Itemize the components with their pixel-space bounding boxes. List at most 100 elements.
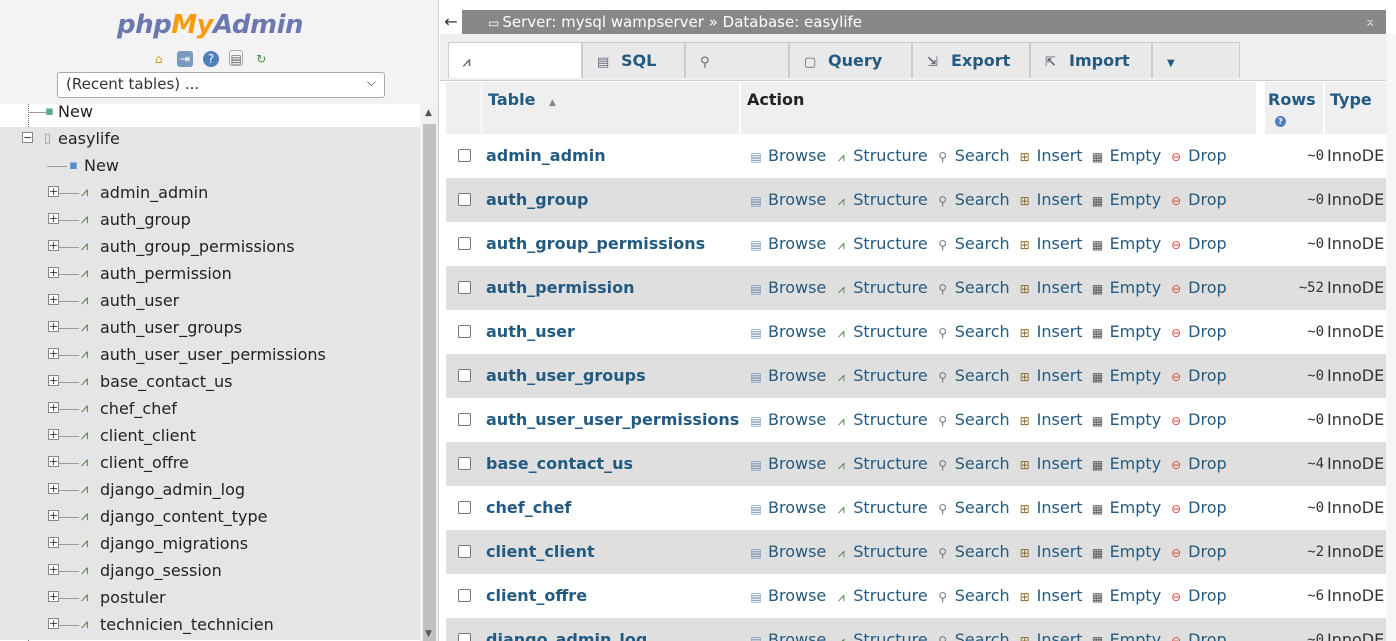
expand-icon[interactable]: + <box>48 348 59 359</box>
tree-item-table[interactable]: + ⩘ auth_group_permissions <box>0 235 420 262</box>
main-scrollbar[interactable] <box>1386 34 1396 641</box>
row-checkbox[interactable] <box>458 149 471 162</box>
drop-action-link[interactable]: ⊖ Drop <box>1168 454 1227 473</box>
search-action-link[interactable]: ⚲ Search <box>935 410 1009 429</box>
table-name-link[interactable]: auth_user_user_permissions <box>486 398 739 442</box>
insert-action-link[interactable]: ⊞ Insert <box>1017 542 1083 561</box>
expand-icon[interactable]: + <box>48 213 59 224</box>
search-action-link[interactable]: ⚲ Search <box>935 586 1009 605</box>
structure-action-link[interactable]: ⩘ Structure <box>833 366 928 385</box>
tab-import[interactable]: ⇱ Import <box>1030 42 1152 78</box>
row-checkbox[interactable] <box>458 193 471 206</box>
row-checkbox[interactable] <box>458 369 471 382</box>
browse-action-link[interactable]: ▤ Browse <box>748 366 826 385</box>
help-icon[interactable]: ? <box>1275 116 1286 127</box>
empty-action-link[interactable]: ▦ Empty <box>1090 234 1161 253</box>
search-action-link[interactable]: ⚲ Search <box>935 146 1009 165</box>
browse-action-link[interactable]: ▤ Browse <box>748 190 826 209</box>
browse-action-link[interactable]: ▤ Browse <box>748 586 826 605</box>
browse-action-link[interactable]: ▤ Browse <box>748 322 826 341</box>
expand-icon[interactable]: + <box>48 402 59 413</box>
tree-item-table[interactable]: + ⩘ technicien_technicien <box>0 613 420 640</box>
table-name-link[interactable]: auth_user <box>486 310 575 354</box>
expand-icon[interactable]: + <box>48 186 59 197</box>
expand-icon[interactable]: + <box>48 456 59 467</box>
row-checkbox[interactable] <box>458 589 471 602</box>
empty-action-link[interactable]: ▦ Empty <box>1090 542 1161 561</box>
browse-action-link[interactable]: ▤ Browse <box>748 542 826 561</box>
tree-item-table[interactable]: + ⩘ client_client <box>0 424 420 451</box>
tree-item-table[interactable]: + ⩘ auth_user <box>0 289 420 316</box>
tree-item-table[interactable]: + ⩘ auth_user_user_permissions <box>0 343 420 370</box>
browse-action-link[interactable]: ▤ Browse <box>748 454 826 473</box>
drop-action-link[interactable]: ⊖ Drop <box>1168 630 1227 641</box>
collapse-icon[interactable]: − <box>22 132 33 143</box>
tab-more[interactable]: ▼More <box>1152 42 1240 109</box>
breadcrumb-text[interactable]: Server: mysql wampserver » Database: eas… <box>502 13 862 31</box>
structure-action-link[interactable]: ⩘ Structure <box>833 542 928 561</box>
drop-action-link[interactable]: ⊖ Drop <box>1168 410 1227 429</box>
insert-action-link[interactable]: ⊞ Insert <box>1017 410 1083 429</box>
search-action-link[interactable]: ⚲ Search <box>935 190 1009 209</box>
insert-action-link[interactable]: ⊞ Insert <box>1017 630 1083 641</box>
drop-action-link[interactable]: ⊖ Drop <box>1168 190 1227 209</box>
tab-search[interactable]: ⚲Search <box>685 42 789 108</box>
structure-action-link[interactable]: ⩘ Structure <box>833 190 928 209</box>
tree-item-database[interactable]: − ▯ easylife <box>0 127 420 154</box>
search-action-link[interactable]: ⚲ Search <box>935 498 1009 517</box>
tab-export[interactable]: ⇲ Export <box>912 42 1030 78</box>
drop-action-link[interactable]: ⊖ Drop <box>1168 586 1227 605</box>
docs-icon[interactable]: ▤ <box>229 50 244 66</box>
insert-action-link[interactable]: ⊞ Insert <box>1017 234 1083 253</box>
home-icon[interactable]: ⌂ <box>151 51 167 67</box>
row-checkbox[interactable] <box>458 457 471 470</box>
structure-action-link[interactable]: ⩘ Structure <box>833 410 928 429</box>
structure-action-link[interactable]: ⩘ Structure <box>833 586 928 605</box>
expand-icon[interactable]: + <box>48 321 59 332</box>
browse-action-link[interactable]: ▤ Browse <box>748 410 826 429</box>
help-icon[interactable]: ? <box>203 51 219 67</box>
structure-action-link[interactable]: ⩘ Structure <box>833 630 928 641</box>
tree-item-new-table[interactable]: ▪ New <box>0 154 420 181</box>
expand-icon[interactable]: + <box>48 375 59 386</box>
empty-action-link[interactable]: ▦ Empty <box>1090 190 1161 209</box>
drop-action-link[interactable]: ⊖ Drop <box>1168 146 1227 165</box>
drop-action-link[interactable]: ⊖ Drop <box>1168 322 1227 341</box>
search-action-link[interactable]: ⚲ Search <box>935 366 1009 385</box>
table-name-link[interactable]: auth_group_permissions <box>486 222 705 266</box>
row-checkbox[interactable] <box>458 413 471 426</box>
insert-action-link[interactable]: ⊞ Insert <box>1017 366 1083 385</box>
browse-action-link[interactable]: ▤ Browse <box>748 146 826 165</box>
expand-icon[interactable]: + <box>48 618 59 629</box>
logout-icon[interactable]: ⇥ <box>176 51 193 67</box>
insert-action-link[interactable]: ⊞ Insert <box>1017 278 1083 297</box>
expand-icon[interactable]: + <box>48 510 59 521</box>
reload-icon[interactable]: ↻ <box>253 51 269 67</box>
row-checkbox[interactable] <box>458 501 471 514</box>
browse-action-link[interactable]: ▤ Browse <box>748 278 826 297</box>
table-name-link[interactable]: client_client <box>486 530 595 574</box>
tree-item-table[interactable]: + ⩘ chef_chef <box>0 397 420 424</box>
expand-icon[interactable]: + <box>48 267 59 278</box>
browse-action-link[interactable]: ▤ Browse <box>748 498 826 517</box>
drop-action-link[interactable]: ⊖ Drop <box>1168 278 1227 297</box>
table-name-link[interactable]: admin_admin <box>486 134 606 178</box>
search-action-link[interactable]: ⚲ Search <box>935 630 1009 641</box>
empty-action-link[interactable]: ▦ Empty <box>1090 498 1161 517</box>
tree-item-new[interactable]: ▪ New <box>0 104 420 127</box>
insert-action-link[interactable]: ⊞ Insert <box>1017 322 1083 341</box>
row-checkbox[interactable] <box>458 281 471 294</box>
insert-action-link[interactable]: ⊞ Insert <box>1017 454 1083 473</box>
structure-action-link[interactable]: ⩘ Structure <box>833 234 928 253</box>
insert-action-link[interactable]: ⊞ Insert <box>1017 190 1083 209</box>
row-checkbox[interactable] <box>458 545 471 558</box>
row-checkbox[interactable] <box>458 633 471 641</box>
row-checkbox[interactable] <box>458 237 471 250</box>
table-name-link[interactable]: auth_group <box>486 178 588 222</box>
collapse-nav-button[interactable]: ← <box>440 10 462 34</box>
tree-item-table[interactable]: + ⩘ auth_group <box>0 208 420 235</box>
empty-action-link[interactable]: ▦ Empty <box>1090 410 1161 429</box>
drop-action-link[interactable]: ⊖ Drop <box>1168 542 1227 561</box>
expand-icon[interactable]: + <box>48 429 59 440</box>
browse-action-link[interactable]: ▤ Browse <box>748 234 826 253</box>
